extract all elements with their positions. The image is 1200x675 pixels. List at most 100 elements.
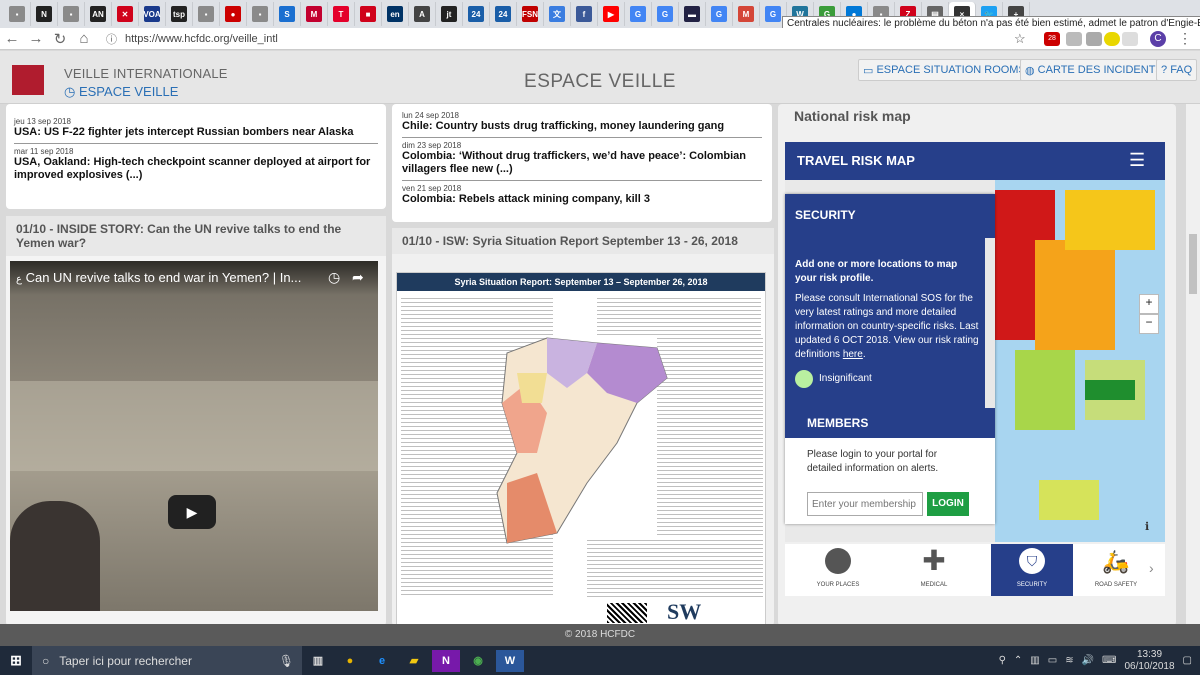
- battery-icon[interactable]: ▭: [1048, 655, 1057, 666]
- faq-button[interactable]: ? FAQ: [1156, 59, 1198, 81]
- video-title[interactable]: ع Can UN revive talks to end war in Yeme…: [16, 270, 301, 285]
- browser-tab[interactable]: M: [733, 2, 760, 26]
- browser-tab[interactable]: ■: [355, 2, 382, 26]
- browser-tab[interactable]: FSN: [517, 2, 544, 26]
- news-item[interactable]: ven 21 sep 2018 Colombia: Rebels attack …: [402, 181, 762, 210]
- zoom-in-button[interactable]: +: [1139, 294, 1159, 314]
- extension-icon[interactable]: [1086, 31, 1102, 46]
- chevron-right-icon[interactable]: ›: [1149, 560, 1154, 576]
- browser-tab[interactable]: ▬: [679, 2, 706, 26]
- share-icon[interactable]: ➦: [352, 269, 364, 286]
- browser-tab[interactable]: ▪: [58, 2, 85, 26]
- browser-tab[interactable]: VOA: [139, 2, 166, 26]
- browser-tab[interactable]: G: [625, 2, 652, 26]
- info-icon[interactable]: ⓘ: [106, 31, 117, 47]
- bookmark-star-icon[interactable]: ☆: [1014, 31, 1026, 47]
- chevron-up-icon[interactable]: ⌃: [1014, 655, 1022, 666]
- extension-icon[interactable]: [1066, 31, 1082, 46]
- login-button[interactable]: LOGIN: [927, 492, 969, 516]
- page-scrollbar[interactable]: [1186, 104, 1200, 624]
- browser-tab[interactable]: ✕: [112, 2, 139, 26]
- incidents-map-button[interactable]: ◍ CARTE DES INCIDENTS: [1020, 59, 1168, 81]
- news-title[interactable]: USA, Oakland: High-tech checkpoint scann…: [14, 156, 378, 182]
- browser-tab[interactable]: G: [706, 2, 733, 26]
- browser-tab[interactable]: 24: [490, 2, 517, 26]
- news-title[interactable]: Chile: Country busts drug trafficking, m…: [402, 120, 762, 133]
- scrollbar-thumb[interactable]: [1189, 234, 1197, 294]
- news-item[interactable]: lun 24 sep 2018 Chile: Country busts dru…: [402, 108, 762, 138]
- microphone-icon[interactable]: 🎙: [279, 654, 294, 668]
- notifications-icon[interactable]: ▢: [1183, 655, 1192, 666]
- tab-security[interactable]: ⛉ SECURITY: [991, 544, 1073, 596]
- youtube-video[interactable]: ع Can UN revive talks to end war in Yeme…: [10, 261, 378, 611]
- hamburger-menu-icon[interactable]: ☰: [1129, 150, 1145, 171]
- situation-rooms-button[interactable]: ▭ ESPACE SITUATION ROOMS: [858, 59, 1031, 81]
- extension-icon[interactable]: [1122, 31, 1138, 46]
- taskbar-search[interactable]: ○ Taper ici pour rechercher 🎙: [32, 646, 302, 675]
- volume-icon[interactable]: 🔊: [1082, 655, 1094, 666]
- news-item[interactable]: jeu 13 sep 2018 USA: US F-22 fighter jet…: [14, 114, 378, 144]
- browser-tab[interactable]: ▪: [4, 2, 31, 26]
- browser-tab[interactable]: G: [652, 2, 679, 26]
- keyboard-icon[interactable]: ⌨: [1102, 655, 1116, 666]
- browser-tab[interactable]: ●: [220, 2, 247, 26]
- google-icon: G: [657, 6, 673, 22]
- url-field[interactable]: https://www.hcfdc.org/veille_intl: [125, 33, 278, 45]
- browser-tab[interactable]: ▶: [598, 2, 625, 26]
- forward-icon[interactable]: →: [24, 30, 48, 47]
- word-icon[interactable]: W: [496, 649, 524, 672]
- browser-tab[interactable]: M: [301, 2, 328, 26]
- membership-input[interactable]: [807, 492, 923, 516]
- browser-tab[interactable]: 24: [463, 2, 490, 26]
- back-icon[interactable]: ←: [0, 30, 24, 47]
- extension-icon[interactable]: [1104, 31, 1120, 46]
- clock-icon[interactable]: ◷: [328, 269, 340, 286]
- edge-icon[interactable]: e: [368, 650, 396, 672]
- browser-tab[interactable]: jt: [436, 2, 463, 26]
- clock-time: 13:39: [1137, 648, 1163, 660]
- zoom-out-button[interactable]: −: [1139, 314, 1159, 334]
- chrome-canary-icon[interactable]: ●: [336, 650, 364, 672]
- news-title[interactable]: USA: US F-22 fighter jets intercept Russ…: [14, 126, 378, 139]
- browser-tab[interactable]: T: [328, 2, 355, 26]
- browser-tab[interactable]: 文: [544, 2, 571, 26]
- browser-tab[interactable]: f: [571, 2, 598, 26]
- browser-tab[interactable]: ▪: [247, 2, 274, 26]
- panel-title[interactable]: 01/10 - INSIDE STORY: Can the UN revive …: [6, 216, 386, 256]
- play-icon[interactable]: ▶: [168, 495, 216, 529]
- browser-tab[interactable]: A: [409, 2, 436, 26]
- menu-kebab-icon[interactable]: ⋮: [1178, 30, 1192, 47]
- people-icon[interactable]: ⚲: [999, 655, 1006, 666]
- chrome-icon[interactable]: ◉: [464, 650, 492, 672]
- tab-road-safety[interactable]: 🛵 ROAD SAFETY: [1075, 544, 1157, 596]
- browser-tab[interactable]: en: [382, 2, 409, 26]
- home-icon[interactable]: ⌂: [72, 30, 96, 47]
- travel-risk-header: TRAVEL RISK MAP ☰: [785, 142, 1165, 180]
- browser-tab[interactable]: AN: [85, 2, 112, 26]
- reload-icon[interactable]: ↻: [48, 30, 72, 48]
- news-title[interactable]: Colombia: Rebels attack mining company, …: [402, 193, 762, 206]
- isw-report-image[interactable]: Syria Situation Report: September 13 – S…: [396, 272, 766, 624]
- risk-definitions-link[interactable]: here: [843, 349, 863, 360]
- info-icon[interactable]: ℹ: [1145, 520, 1149, 533]
- profile-avatar[interactable]: C: [1150, 31, 1166, 47]
- news-title[interactable]: Colombia: ‘Without drug traffickers, we’…: [402, 150, 762, 176]
- security-scrollbar[interactable]: [985, 238, 995, 408]
- extension-badge-icon[interactable]: 28: [1044, 31, 1060, 46]
- browser-tab[interactable]: ▪: [193, 2, 220, 26]
- task-view-icon[interactable]: ▥: [304, 650, 332, 672]
- network-icon[interactable]: ▥: [1030, 655, 1039, 666]
- browser-tab[interactable]: tsp: [166, 2, 193, 26]
- clock[interactable]: 13:39 06/10/2018: [1124, 649, 1174, 673]
- wifi-icon[interactable]: ≋: [1065, 655, 1073, 666]
- browser-tab[interactable]: S: [274, 2, 301, 26]
- news-item[interactable]: dim 23 sep 2018 Colombia: ‘Without drug …: [402, 138, 762, 181]
- news-item[interactable]: mar 11 sep 2018 USA, Oakland: High-tech …: [14, 144, 378, 186]
- windows-start-icon[interactable]: ⊞: [2, 650, 30, 672]
- panel-title[interactable]: 01/10 - ISW: Syria Situation Report Sept…: [392, 228, 774, 254]
- browser-tab[interactable]: N: [31, 2, 58, 26]
- tab-medical[interactable]: ✚ MEDICAL: [893, 544, 975, 596]
- file-explorer-icon[interactable]: ▰: [400, 650, 428, 672]
- tab-your-places[interactable]: YOUR PLACES: [797, 544, 879, 596]
- onenote-icon[interactable]: N: [432, 649, 460, 672]
